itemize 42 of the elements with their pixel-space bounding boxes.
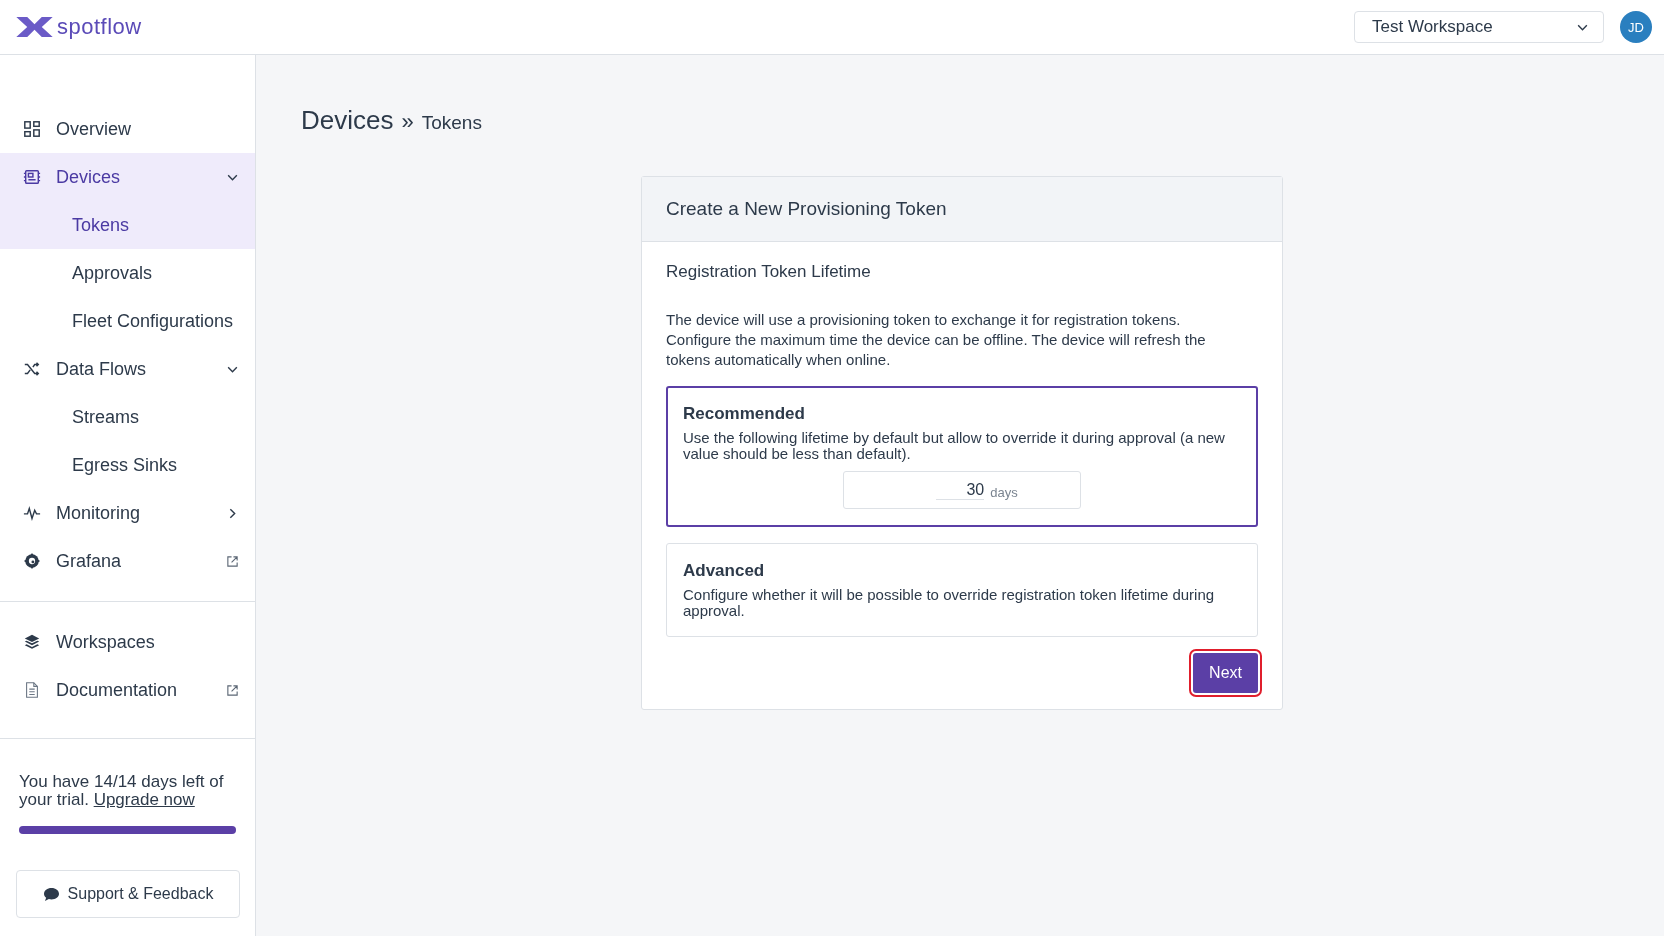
document-icon (23, 681, 41, 699)
lifetime-option[interactable]: Advanced Configure whether it will be possible to override registration token lifetime during approval. (666, 543, 1258, 637)
workspace-select[interactable]: Test Workspace (1354, 11, 1604, 43)
sidebar-subitem[interactable]: Egress Sinks (0, 441, 255, 489)
option-description: Configure whether it will be possible to override registration token lifetime during approval. (683, 587, 1216, 619)
breadcrumb-current: Tokens (421, 112, 482, 134)
logo-text: spotflow (57, 14, 142, 40)
layers-icon (23, 633, 41, 651)
shuffle-icon (23, 360, 41, 378)
sidebar-subitem[interactable]: Streams (0, 393, 255, 441)
section-title: Registration Token Lifetime (666, 262, 872, 282)
breadcrumb-link[interactable]: Devices (301, 105, 394, 136)
lifetime-input[interactable]: 30 (936, 480, 985, 500)
sidebar-item[interactable]: Devices (0, 153, 255, 201)
support-button[interactable]: Support & Feedback (16, 870, 240, 918)
chat-bubble-icon (42, 886, 60, 902)
section-description: The device will use a provisioning token to exchange it for registration tokens. Configure the maximum time the device can be offline. The device will refresh the tokens automatically when online. (666, 310, 1207, 370)
sidebar-subitem[interactable]: Tokens (0, 201, 255, 249)
sidebar-item[interactable]: Overview (0, 105, 255, 153)
unit-label: days (990, 484, 1018, 500)
sidebar-item[interactable]: Grafana (0, 537, 255, 585)
logo-mark-icon (16, 17, 53, 37)
chip-icon (23, 168, 41, 186)
user-avatar[interactable]: JD (1620, 11, 1652, 43)
lifetime-option[interactable]: Recommended Use the following lifetime by default but allow to override it during approval (a new value should be less than default). 30 days (666, 386, 1258, 527)
gear-icon (23, 552, 41, 570)
sidebar-item[interactable]: Workspaces (0, 618, 255, 666)
external-link-icon (226, 554, 239, 568)
sidebar-item[interactable]: Monitoring (0, 489, 255, 537)
option-title: Advanced (683, 561, 766, 581)
breadcrumb-separator: » (401, 109, 414, 135)
option-description: Use the following lifetime by default but allow to override it during approval (a new value should be less than default). (683, 430, 1226, 462)
option-title: Recommended (683, 404, 806, 424)
grid-icon (23, 120, 41, 138)
external-link-icon (226, 683, 239, 697)
logo[interactable]: spotflow (16, 14, 142, 40)
card-title: Create a New Provisioning Token (666, 198, 947, 220)
sidebar-item[interactable]: Data Flows (0, 345, 255, 393)
sidebar-item[interactable]: Documentation (0, 666, 255, 714)
upgrade-link[interactable]: Upgrade now (93, 790, 195, 809)
pulse-icon (23, 504, 41, 522)
trial-message: You have 14/14 days left of your trial. Upgrade now (19, 773, 225, 809)
